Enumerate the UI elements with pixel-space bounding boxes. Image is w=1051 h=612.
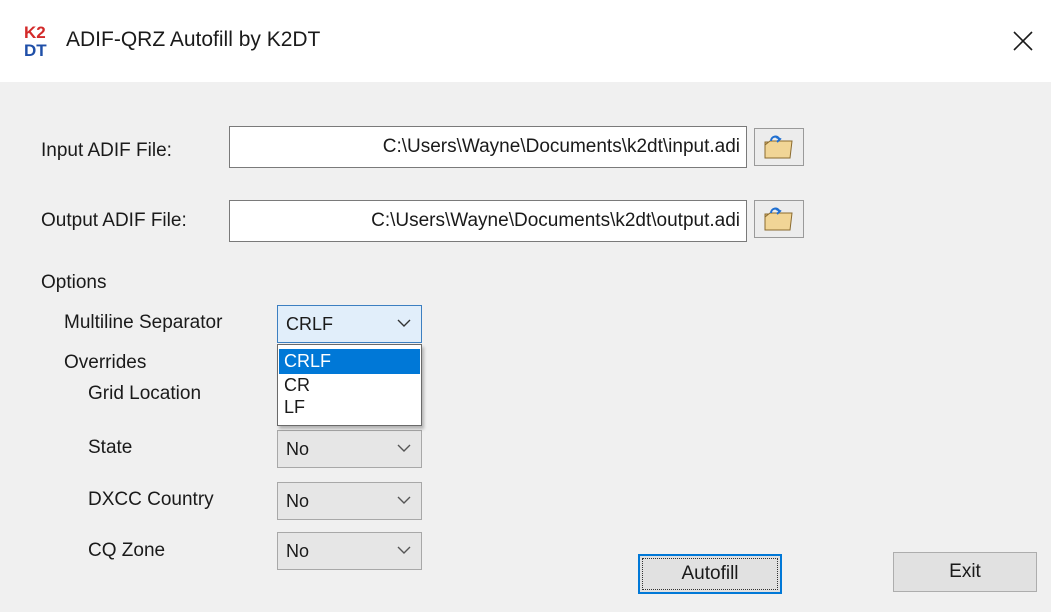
cq-zone-value: No	[286, 541, 310, 561]
window-title: ADIF-QRZ Autofill by K2DT	[66, 28, 321, 51]
chevron-down-icon	[397, 496, 411, 504]
state-label: State	[88, 437, 133, 458]
k2dt-app-icon: K2 DT	[22, 22, 58, 60]
folder-open-icon	[764, 207, 793, 231]
output-browse-button[interactable]	[754, 200, 804, 238]
multiline-separator-value: CRLF	[286, 314, 334, 334]
exit-button-label: Exit	[949, 561, 981, 582]
input-browse-button[interactable]	[754, 128, 804, 166]
chevron-down-icon	[397, 546, 411, 554]
chevron-down-icon	[397, 319, 411, 327]
state-value: No	[286, 439, 310, 459]
multiline-separator-dropdown: CRLF CR LF	[277, 344, 422, 426]
dropdown-option-lf[interactable]: LF	[279, 395, 420, 420]
close-button[interactable]	[1000, 18, 1046, 64]
dxcc-country-value: No	[286, 491, 310, 511]
dxcc-country-select[interactable]: No	[277, 482, 422, 520]
grid-location-label: Grid Location	[88, 383, 202, 404]
cq-zone-label: CQ Zone	[88, 540, 166, 561]
input-file-label: Input ADIF File:	[41, 140, 172, 161]
multiline-separator-select[interactable]: CRLF	[277, 305, 422, 343]
options-heading: Options	[41, 272, 107, 293]
autofill-button[interactable]: Autofill	[638, 554, 782, 594]
output-file-field[interactable]: C:\Users\Wayne\Documents\k2dt\output.adi	[229, 200, 747, 242]
focus-rect	[642, 558, 778, 590]
close-icon	[1013, 31, 1033, 51]
output-file-label: Output ADIF File:	[41, 210, 187, 231]
exit-button[interactable]: Exit	[893, 552, 1037, 592]
svg-text:DT: DT	[24, 41, 47, 60]
multiline-separator-label: Multiline Separator	[64, 312, 223, 333]
dropdown-option-crlf[interactable]: CRLF	[279, 349, 420, 374]
title-bar: K2 DT ADIF-QRZ Autofill by K2DT	[0, 0, 1051, 82]
dxcc-country-label: DXCC Country	[88, 489, 214, 510]
overrides-heading: Overrides	[64, 352, 147, 373]
folder-open-icon	[764, 135, 793, 159]
cq-zone-select[interactable]: No	[277, 532, 422, 570]
input-file-field[interactable]: C:\Users\Wayne\Documents\k2dt\input.adi	[229, 126, 747, 168]
chevron-down-icon	[397, 444, 411, 452]
svg-text:K2: K2	[24, 23, 46, 42]
state-select[interactable]: No	[277, 430, 422, 468]
